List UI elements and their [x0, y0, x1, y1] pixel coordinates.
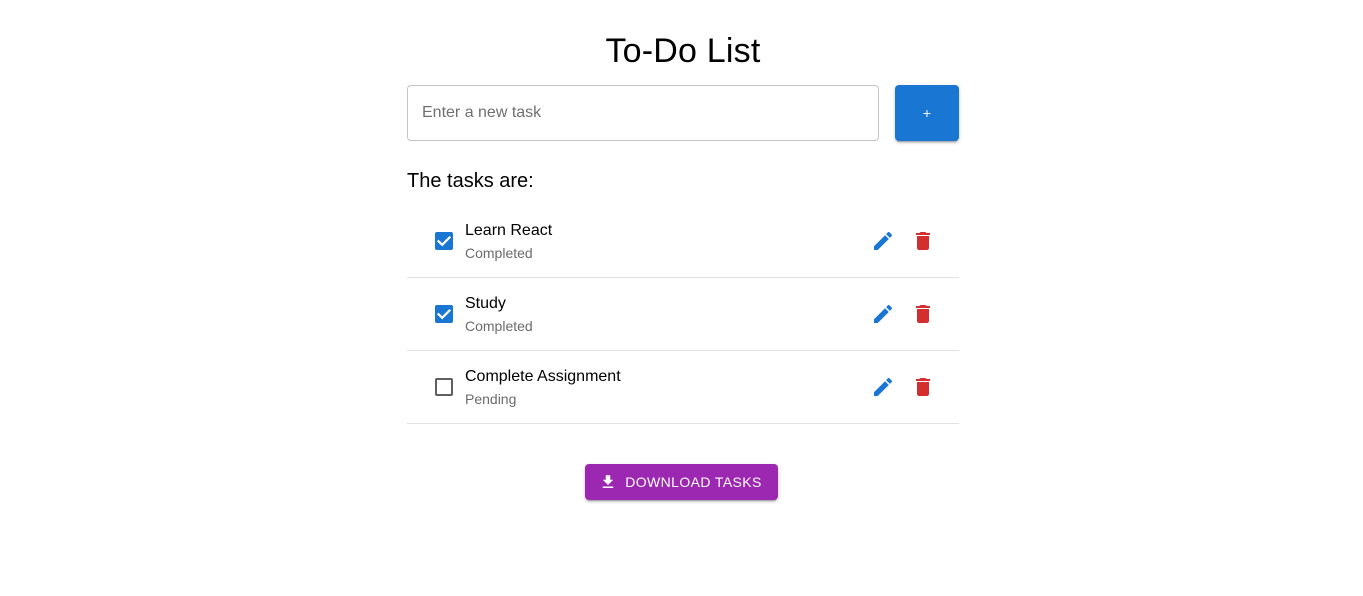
task-name: Study — [465, 295, 506, 312]
download-button-label: DOWNLOAD TASKS — [625, 474, 762, 490]
task-name: Learn React — [465, 222, 553, 239]
check-icon — [436, 235, 452, 247]
pencil-icon — [874, 377, 893, 396]
task-status: Completed — [465, 318, 533, 334]
task-item: Study Completed — [407, 278, 959, 351]
edit-task-button[interactable] — [871, 229, 895, 253]
add-task-form: + — [407, 85, 959, 141]
edit-task-button[interactable] — [871, 375, 895, 399]
page-title: To-Do List — [605, 32, 761, 70]
trash-icon — [916, 378, 930, 396]
task-name: Complete Assignment — [465, 368, 621, 385]
task-text: Complete Assignment Pending — [465, 367, 621, 408]
delete-task-button[interactable] — [911, 229, 935, 253]
task-checkbox[interactable] — [435, 232, 453, 250]
task-list: Learn React Completed Study Completed Co… — [407, 205, 959, 424]
task-item: Complete Assignment Pending — [407, 351, 959, 424]
delete-task-button[interactable] — [911, 375, 935, 399]
trash-icon — [916, 232, 930, 250]
download-area: DOWNLOAD TASKS — [0, 464, 1363, 500]
check-icon — [436, 308, 452, 320]
trash-icon — [916, 305, 930, 323]
new-task-input[interactable] — [407, 85, 879, 141]
add-task-button[interactable]: + — [895, 85, 959, 141]
delete-task-button[interactable] — [911, 302, 935, 326]
download-tasks-button[interactable]: DOWNLOAD TASKS — [585, 464, 778, 500]
todo-page: To-Do List + The tasks are: Learn React … — [0, 0, 1363, 596]
task-item: Learn React Completed — [407, 205, 959, 278]
pencil-icon — [874, 231, 893, 250]
task-checkbox[interactable] — [435, 305, 453, 323]
task-status: Pending — [465, 391, 517, 407]
task-text: Study Completed — [465, 294, 533, 335]
task-text: Learn React Completed — [465, 221, 552, 262]
download-icon — [599, 473, 617, 491]
task-status: Completed — [465, 245, 533, 261]
task-checkbox[interactable] — [435, 378, 453, 396]
pencil-icon — [874, 304, 893, 323]
edit-task-button[interactable] — [871, 302, 895, 326]
tasks-heading: The tasks are: — [407, 170, 534, 192]
